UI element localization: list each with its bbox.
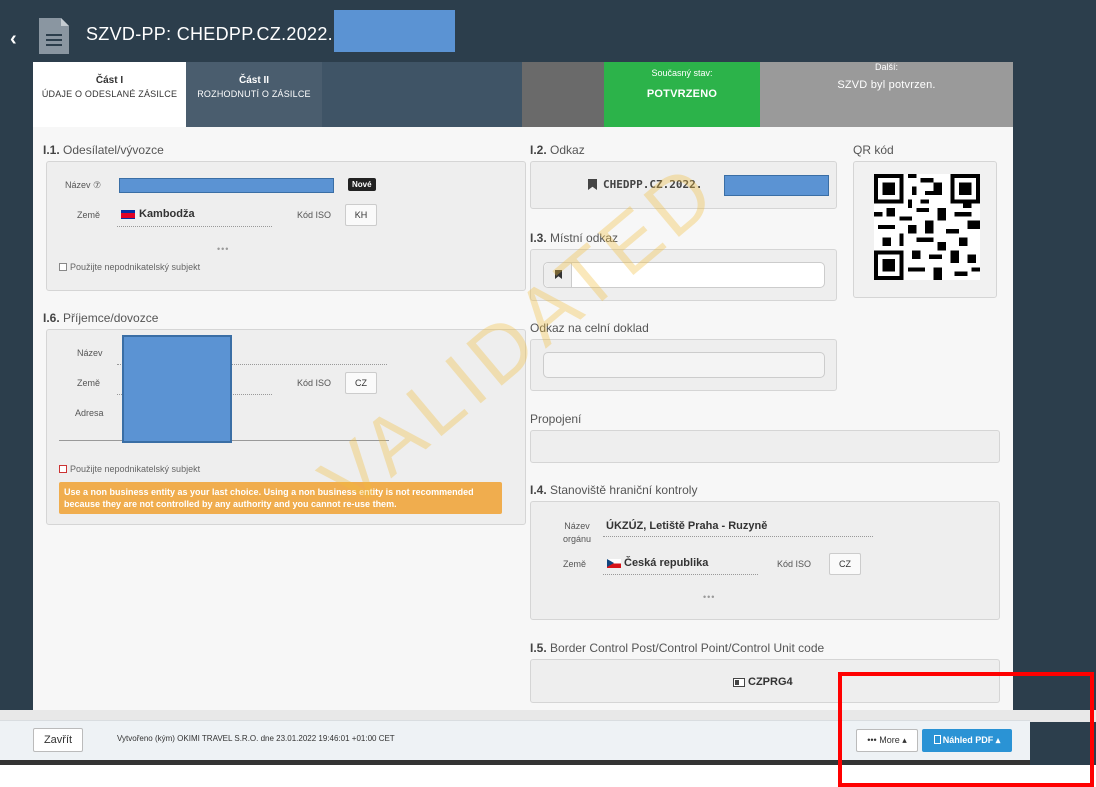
back-icon[interactable]: ‹: [10, 28, 17, 51]
consignor-section-text: Odesílatel/vývozce: [63, 143, 164, 157]
consignee-section-title: I.6. Příjemce/dovozce: [43, 311, 158, 325]
bip-country-label: Země: [563, 559, 587, 569]
linking-box: [530, 430, 1000, 463]
consignor-iso-label: Kód ISO: [297, 210, 332, 220]
status-value: POTVRZENO: [646, 88, 718, 100]
next-step-label: Další:: [874, 62, 898, 72]
bookmark-icon: [588, 179, 597, 190]
consignee-iso-value: CZ: [345, 372, 377, 394]
next-step: Další: SZVD byl potvrzen.: [760, 62, 1013, 127]
bip-org-value: ÚKZÚZ, Letiště Praha - Ruzyně: [606, 520, 768, 532]
bcp-value: CZPRG4: [748, 676, 793, 688]
consignee-address-label: Adresa: [75, 408, 104, 418]
highlight-box: [838, 672, 1094, 787]
close-button[interactable]: Zavřít: [33, 728, 83, 752]
consignee-section-text: Příjemce/dovozce: [63, 311, 159, 325]
status-badge: Současný stav: POTVRZENO: [604, 62, 760, 127]
bip-box: Název orgánu ÚKZÚZ, Letiště Praha - Ruzy…: [530, 501, 1000, 620]
reference-section-title: I.2. Odkaz: [530, 143, 585, 157]
reference-section-num: I.2.: [530, 143, 547, 157]
checkbox-icon[interactable]: [59, 263, 67, 271]
consignee-country-label: Země: [77, 378, 101, 388]
bip-country-underline: [603, 574, 758, 575]
bip-more-icon[interactable]: •••: [703, 592, 715, 602]
qr-title: QR kód: [853, 143, 894, 157]
status-label: Současný stav:: [651, 68, 713, 78]
local-reference-section-num: I.3.: [530, 231, 547, 245]
header: ‹ SZVD-PP: CHEDPP.CZ.2022.: [0, 0, 1096, 62]
tab-part-1-subtitle: Údaje o odeslané zásilce: [41, 89, 178, 99]
linking-title: Propojení: [530, 412, 582, 426]
consignor-nonbusiness-label: Použijte nepodnikatelský subjekt: [70, 262, 201, 272]
created-by-text: Vytvořeno (kým) OKIMI TRAVEL S.R.O. dne …: [117, 734, 395, 743]
bip-iso-value: CZ: [829, 553, 861, 575]
consignor-nonbusiness-checkbox[interactable]: Použijte nepodnikatelský subjekt: [59, 262, 200, 272]
consignor-box: Název ⑦ Nové Země Kambodža Kód ISO KH ••…: [46, 161, 526, 291]
bip-section-title: I.4. Stanoviště hraniční kontroly: [530, 483, 697, 497]
customs-reference-input[interactable]: [543, 352, 825, 378]
bip-iso-label: Kód ISO: [777, 559, 812, 569]
tab-part-1[interactable]: Část I Údaje o odeslané zásilce: [33, 62, 186, 127]
consignor-more-icon[interactable]: •••: [217, 244, 229, 254]
bcp-section-title: I.5. Border Control Post/Control Point/C…: [530, 641, 824, 655]
consignee-section-num: I.6.: [43, 311, 60, 325]
reference-section-text: Odkaz: [550, 143, 585, 157]
consignee-redacted: [122, 335, 232, 443]
bcp-section-num: I.5.: [530, 641, 547, 655]
reference-redacted: [724, 175, 829, 196]
consignor-section-num: I.1.: [43, 143, 60, 157]
consignee-iso-label: Kód ISO: [297, 378, 332, 388]
consignee-nonbusiness-label: Použijte nepodnikatelský subjekt: [70, 464, 201, 474]
id-card-icon: [733, 678, 745, 687]
tab-bar: Část I Údaje o odeslané zásilce Část II …: [33, 62, 1013, 127]
consignor-name-label: Název ⑦: [65, 180, 102, 190]
tab-part-1-title: Část I: [95, 75, 124, 86]
tab-part-2-subtitle: Rozhodnutí o zásilce: [197, 89, 311, 99]
tab-spacer: [322, 62, 522, 127]
bip-section-text: Stanoviště hraniční kontroly: [550, 483, 698, 497]
qr-box: [853, 161, 997, 298]
bip-org-underline: [603, 536, 873, 537]
new-badge[interactable]: Nové: [348, 178, 376, 191]
app-frame: ‹ SZVD-PP: CHEDPP.CZ.2022. Část I Údaje …: [0, 0, 1096, 787]
consignor-country-label: Země: [77, 210, 101, 220]
bip-section-num: I.4.: [530, 483, 547, 497]
next-step-value: SZVD byl potvrzen.: [837, 79, 936, 91]
consignee-name-label: Název: [77, 348, 103, 358]
bip-org-label: Název orgánu: [562, 521, 592, 544]
tab-part-2-title: Část II: [238, 75, 269, 86]
consignor-section-title: I.1. Odesílatel/vývozce: [43, 143, 164, 157]
nonbusiness-warning: Use a non business entity as your last c…: [59, 482, 502, 514]
czech-flag-icon: [607, 559, 621, 568]
consignor-iso-value: KH: [345, 204, 377, 226]
redacted-block: [334, 10, 455, 52]
qr-code-icon[interactable]: [874, 174, 980, 280]
bcp-section-text: Border Control Post/Control Point/Contro…: [550, 641, 825, 655]
bip-country-value: Česká republika: [624, 557, 709, 569]
tab-spacer-grey: [522, 62, 604, 127]
main-content: I.1. Odesílatel/vývozce Název ⑦ Nové Zem…: [33, 127, 1013, 710]
tab-part-2[interactable]: Část II Rozhodnutí o zásilce: [186, 62, 322, 127]
consignor-country-underline: [117, 226, 272, 227]
checked-checkbox-icon[interactable]: [59, 465, 67, 473]
document-icon: [39, 18, 69, 54]
consignee-nonbusiness-checkbox[interactable]: Použijte nepodnikatelský subjekt: [59, 464, 200, 474]
consignor-name-redacted[interactable]: [119, 178, 334, 193]
cambodia-flag-icon: [121, 210, 135, 219]
consignor-country-value: Kambodža: [139, 208, 195, 220]
page-title: SZVD-PP: CHEDPP.CZ.2022.: [86, 24, 333, 44]
